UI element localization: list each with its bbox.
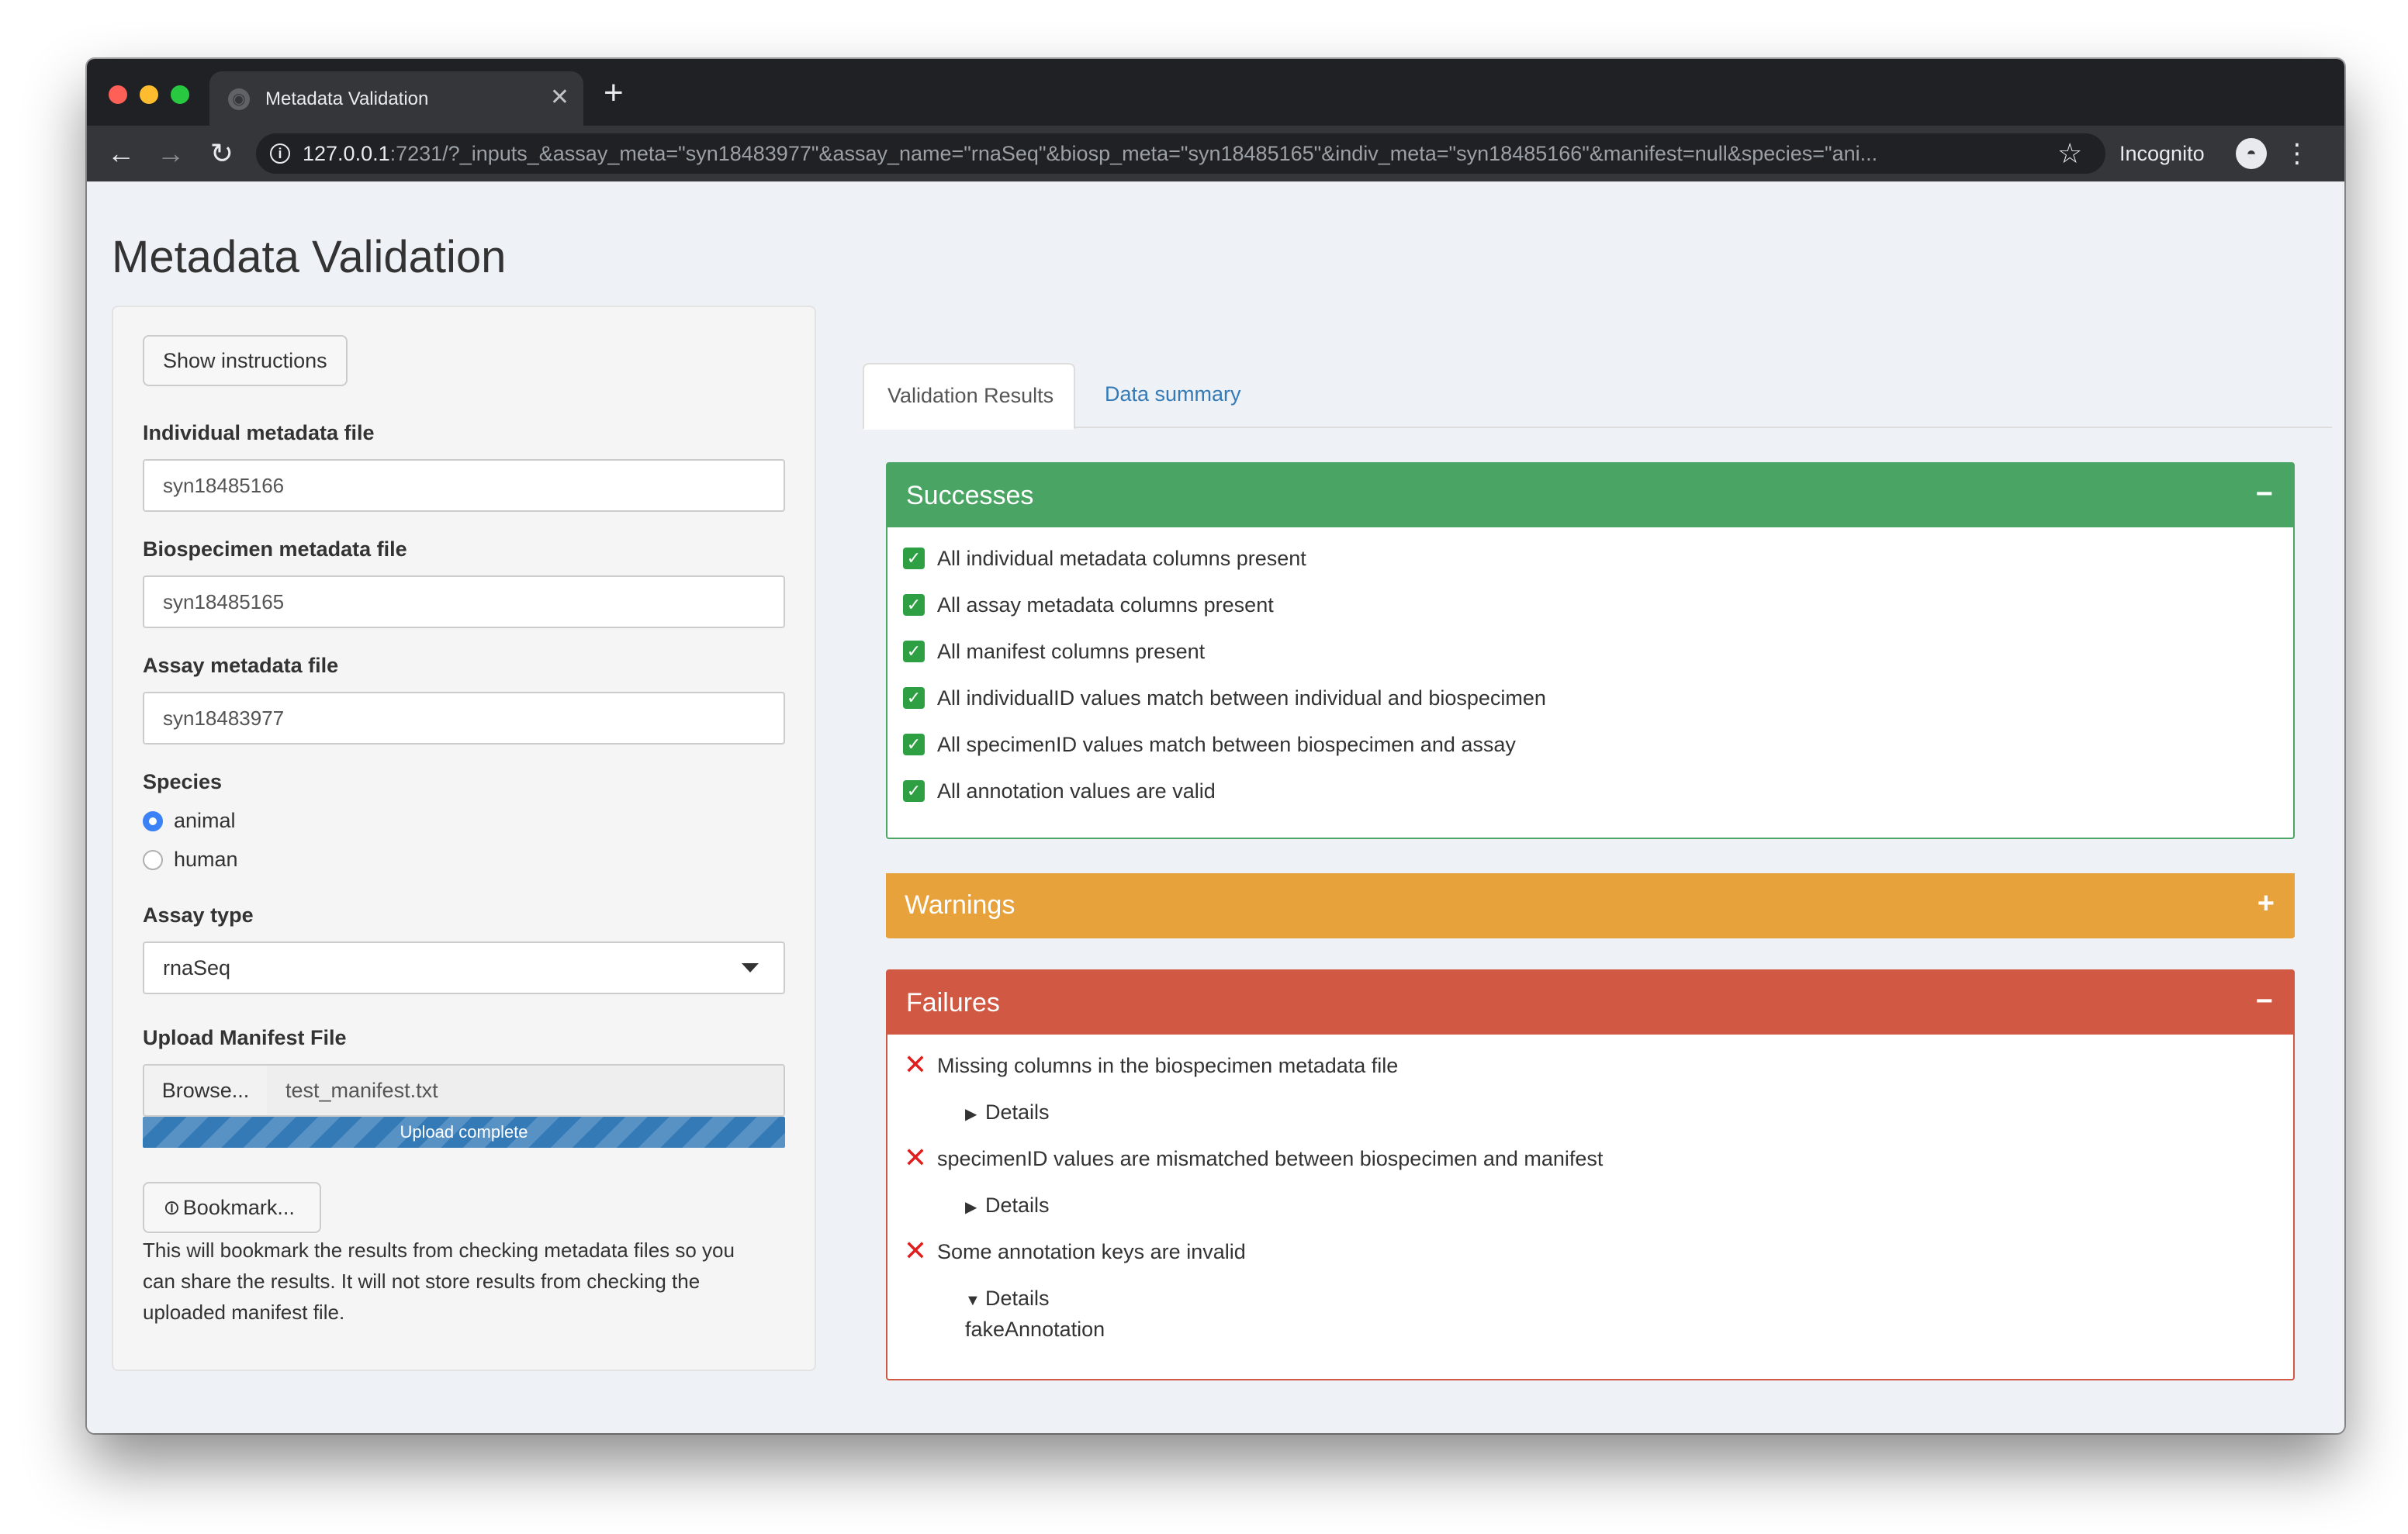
collapse-icon[interactable]: − — [2256, 982, 2273, 1021]
successes-header[interactable]: Successes − — [887, 464, 2293, 527]
success-item-text: All assay metadata columns present — [937, 593, 1274, 617]
incognito-icon[interactable]: ◓ — [2236, 138, 2267, 169]
details-label: Details — [985, 1194, 1050, 1217]
triangle-right-icon: ▶ — [965, 1106, 977, 1123]
check-icon: ✓ — [903, 734, 925, 755]
check-icon: ✓ — [903, 548, 925, 569]
success-item-text: All individual metadata columns present — [937, 547, 1306, 570]
close-icon[interactable]: ✕ — [550, 85, 569, 110]
globe-icon: ◉ — [228, 88, 250, 110]
url-path: :7231/?_inputs_&assay_meta="syn18483977"… — [389, 142, 1878, 165]
browser-toolbar: ← → ↻ i 127.0.0.1:7231/?_inputs_&assay_m… — [87, 126, 2344, 181]
failures-box: Failures − ✕ Missing columns in the biosp… — [886, 969, 2295, 1380]
new-tab-button[interactable]: + — [604, 74, 624, 112]
back-arrow-icon[interactable]: ← — [104, 136, 138, 171]
incognito-label: Incognito — [2119, 142, 2205, 165]
success-item-text: All individualID values match between in… — [937, 686, 1546, 710]
failures-title: Failures — [906, 988, 1000, 1017]
check-icon: ✓ — [903, 687, 925, 709]
failure-item-text: specimenID values are mismatched between… — [937, 1147, 1604, 1170]
browser-tab[interactable]: ◉ Metadata Validation ✕ — [209, 71, 583, 126]
warnings-header[interactable]: Warnings + — [886, 873, 2295, 937]
warnings-title: Warnings — [905, 890, 1015, 920]
successes-title: Successes — [906, 481, 1034, 510]
browser-window: ◉ Metadata Validation ✕ + ← → ↻ i 127.0.… — [87, 59, 2344, 1433]
failures-header[interactable]: Failures − — [887, 971, 2293, 1035]
close-window-button[interactable] — [109, 85, 127, 104]
failure-item-text: Some annotation keys are invalid — [937, 1240, 1246, 1263]
details-label: Details — [985, 1100, 1050, 1124]
check-icon: ✓ — [903, 780, 925, 802]
cross-icon: ✕ — [903, 1049, 928, 1080]
check-icon: ✓ — [903, 594, 925, 616]
maximize-window-button[interactable] — [171, 85, 189, 104]
details-toggle[interactable]: ▶ Details — [965, 1097, 1050, 1128]
star-icon[interactable]: ☆ — [2057, 133, 2082, 174]
browser-titlebar: ◉ Metadata Validation ✕ + — [87, 59, 2344, 126]
failure-item-text: Missing columns in the biospecimen metad… — [937, 1054, 1399, 1077]
tab-title: Metadata Validation — [265, 88, 429, 109]
details-toggle[interactable]: ▶ Details — [965, 1190, 1050, 1221]
success-item-text: All manifest columns present — [937, 640, 1206, 663]
menu-icon[interactable]: ⋮ — [2284, 135, 2310, 172]
details-toggle[interactable]: ▼ Details — [965, 1283, 1050, 1314]
expand-icon[interactable]: + — [2258, 884, 2275, 923]
triangle-right-icon: ▶ — [965, 1199, 977, 1216]
successes-box: Successes − ✓ All individual metadata col… — [886, 462, 2295, 839]
reload-icon[interactable]: ↻ — [205, 136, 239, 171]
minimize-window-button[interactable] — [140, 85, 158, 104]
success-item-text: All annotation values are valid — [937, 779, 1216, 803]
warnings-box: Warnings + — [886, 873, 2295, 938]
success-item-text: All specimenID values match between bios… — [937, 733, 1516, 756]
check-icon: ✓ — [903, 641, 925, 662]
url-host: 127.0.0.1 — [303, 142, 390, 165]
details-label: Details — [985, 1287, 1050, 1310]
cross-icon: ✕ — [903, 1142, 928, 1173]
info-icon[interactable]: i — [270, 143, 290, 164]
results-area: Successes − ✓ All individual metadata col… — [87, 181, 2344, 1433]
forward-arrow-icon[interactable]: → — [154, 136, 188, 171]
cross-icon: ✕ — [903, 1235, 928, 1266]
collapse-icon[interactable]: − — [2256, 475, 2273, 513]
details-value: fakeAnnotation — [965, 1318, 1105, 1341]
address-bar[interactable]: i 127.0.0.1:7231/?_inputs_&assay_meta="s… — [256, 133, 2105, 174]
url-text: 127.0.0.1:7231/?_inputs_&assay_meta="syn… — [303, 141, 2056, 166]
triangle-down-icon: ▼ — [965, 1292, 981, 1309]
